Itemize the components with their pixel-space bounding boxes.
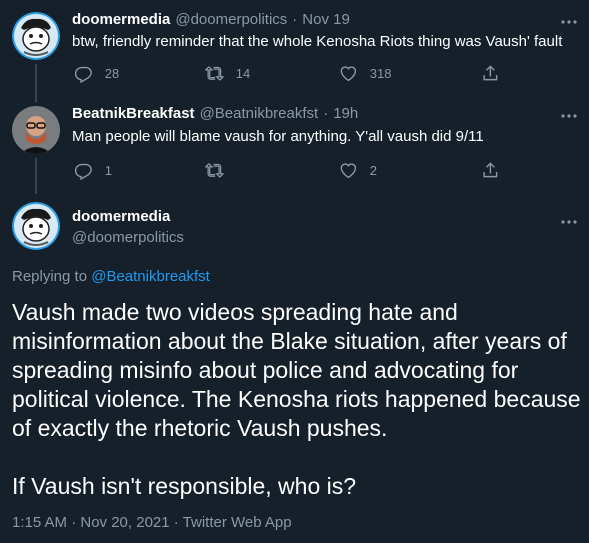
avatar-beatnikbreakfast[interactable] bbox=[12, 106, 60, 154]
main-author-handle[interactable]: @doomerpolitics bbox=[72, 229, 184, 246]
tweet-time[interactable]: Nov 19 bbox=[302, 11, 350, 28]
main-author-name[interactable]: doomermedia bbox=[72, 208, 170, 225]
replying-to: Replying to @Beatnikbreakfst bbox=[12, 268, 210, 285]
tweet-time[interactable]: 19h bbox=[333, 105, 358, 122]
author-name[interactable]: doomermedia bbox=[72, 11, 170, 28]
more-options-button[interactable] bbox=[561, 14, 577, 25]
reply-icon bbox=[74, 66, 92, 83]
author-handle[interactable]: @doomerpolitics bbox=[175, 11, 287, 28]
more-options-button[interactable] bbox=[561, 108, 577, 119]
heart-icon bbox=[340, 66, 357, 82]
reply-icon bbox=[74, 163, 92, 180]
like-button[interactable]: 318 bbox=[339, 64, 391, 83]
separator: · bbox=[292, 11, 298, 28]
like-button[interactable]: 2 bbox=[339, 161, 377, 180]
tweet-text: btw, friendly reminder that the whole Ke… bbox=[72, 33, 563, 50]
like-count: 2 bbox=[369, 162, 377, 178]
retweet-button[interactable]: 14 bbox=[205, 64, 250, 83]
share-button[interactable] bbox=[481, 64, 500, 83]
main-tweet-paragraph: If Vaush isn't responsible, who is? bbox=[12, 473, 357, 499]
replying-to-label: Replying to bbox=[12, 268, 88, 285]
reply-button[interactable]: 1 bbox=[74, 161, 112, 180]
replying-to-handle-link[interactable]: @Beatnikbreakfst bbox=[91, 268, 210, 285]
retweet-icon bbox=[205, 66, 224, 81]
tweet-header: BeatnikBreakfast @Beatnikbreakfst · 19h bbox=[72, 105, 358, 122]
thread-connector bbox=[35, 158, 37, 194]
heart-icon bbox=[340, 163, 357, 179]
more-options-button[interactable] bbox=[561, 214, 577, 225]
more-horizontal-icon bbox=[561, 114, 577, 118]
share-button[interactable] bbox=[481, 161, 500, 180]
main-tweet-text: Vaush made two videos spreading hate and… bbox=[12, 298, 582, 501]
more-horizontal-icon bbox=[561, 220, 577, 224]
reply-button[interactable]: 28 bbox=[74, 64, 119, 83]
reply-count: 1 bbox=[104, 162, 112, 178]
avatar-doomermedia[interactable] bbox=[12, 202, 60, 250]
share-icon bbox=[483, 65, 498, 81]
like-count: 318 bbox=[369, 65, 392, 81]
retweet-count: 14 bbox=[235, 65, 251, 81]
main-tweet-paragraph: Vaush made two videos spreading hate and… bbox=[12, 299, 581, 441]
retweet-icon bbox=[205, 163, 224, 178]
main-tweet-timestamp[interactable]: 1:15 AM · Nov 20, 2021 · Twitter Web App bbox=[12, 514, 292, 531]
separator: · bbox=[323, 105, 329, 122]
thread-connector bbox=[35, 64, 37, 102]
avatar-doomermedia[interactable] bbox=[12, 12, 60, 60]
tweet-text: Man people will blame vaush for anything… bbox=[72, 128, 484, 145]
more-horizontal-icon bbox=[561, 20, 577, 24]
author-handle[interactable]: @Beatnikbreakfst bbox=[200, 105, 319, 122]
reply-count: 28 bbox=[104, 65, 120, 81]
retweet-button[interactable] bbox=[205, 161, 236, 180]
tweet-header: doomermedia @doomerpolitics · Nov 19 bbox=[72, 11, 350, 28]
author-name[interactable]: BeatnikBreakfast bbox=[72, 105, 195, 122]
share-icon bbox=[483, 162, 498, 178]
